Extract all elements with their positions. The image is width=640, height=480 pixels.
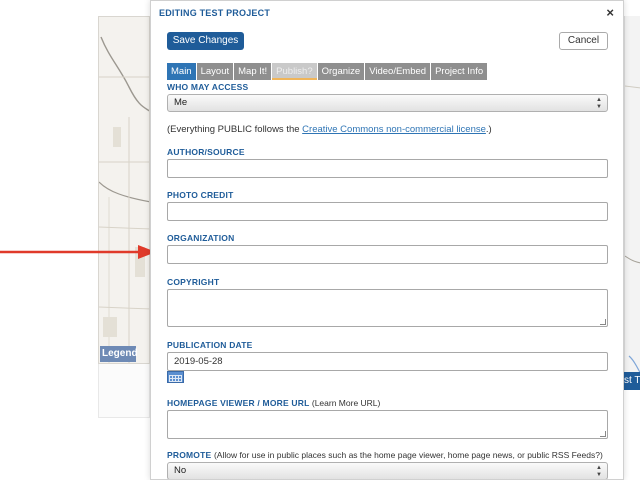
resize-grip-icon[interactable] [600, 319, 606, 325]
creative-commons-link[interactable]: Creative Commons non-commercial license [302, 124, 486, 135]
updown-arrows-icon: ▲ ▼ [596, 465, 602, 478]
background-panel [98, 364, 150, 418]
cancel-button[interactable]: Cancel [559, 32, 608, 50]
map-roads [99, 17, 149, 363]
promote-label: PROMOTE (Allow for use in public places … [167, 450, 603, 460]
license-note-prefix: (Everything PUBLIC follows the [167, 124, 303, 135]
access-label: WHO MAY ACCESS [167, 82, 249, 92]
resize-grip-icon[interactable] [600, 431, 606, 437]
screen: Legend st T EDITING TEST PROJECT × Save … [0, 0, 640, 480]
tab-map-it[interactable]: Map It! [234, 63, 272, 80]
calendar-icon[interactable] [167, 371, 184, 383]
tab-project-info[interactable]: Project Info [431, 63, 488, 80]
background-map [98, 16, 150, 364]
legend-button[interactable]: Legend [100, 346, 138, 362]
homepage-url-textarea[interactable] [167, 410, 608, 439]
modal-title: EDITING TEST PROJECT [159, 8, 271, 18]
red-arrow-icon [0, 245, 156, 259]
publication-date-label: PUBLICATION DATE [167, 340, 253, 350]
tab-organize[interactable]: Organize [317, 63, 365, 80]
access-select[interactable]: Me ▲ ▼ [167, 94, 608, 112]
promote-select[interactable]: No ▲ ▼ [167, 462, 608, 479]
publication-date-input[interactable]: 2019-05-28 [167, 352, 608, 371]
tab-video-embed[interactable]: Video/Embed [365, 63, 431, 80]
tab-main[interactable]: Main [167, 63, 196, 80]
tab-layout[interactable]: Layout [196, 63, 234, 80]
license-note: (Everything PUBLIC follows the Creative … [167, 124, 492, 135]
promote-note: (Allow for use in public places such as … [213, 450, 603, 460]
homepage-url-label: HOMEPAGE VIEWER / MORE URL (Learn More U… [167, 398, 380, 408]
copyright-textarea[interactable] [167, 289, 608, 327]
author-label: AUTHOR/SOURCE [167, 147, 245, 157]
updown-arrows-icon: ▲ ▼ [596, 97, 602, 110]
author-input[interactable] [167, 159, 608, 178]
homepage-url-label-text: HOMEPAGE VIEWER / MORE URL [167, 398, 310, 408]
copyright-label: COPYRIGHT [167, 277, 220, 287]
access-select-value: Me [174, 97, 188, 108]
license-note-suffix: .) [485, 124, 492, 135]
tab-publish[interactable]: Publish? [272, 63, 317, 80]
organization-label: ORGANIZATION [167, 233, 235, 243]
promote-select-value: No [174, 465, 187, 476]
right-panel-tab[interactable]: st T [622, 372, 640, 390]
edit-project-modal: EDITING TEST PROJECT × Save Changes Canc… [150, 0, 624, 480]
map-right-roads [624, 85, 640, 374]
photo-credit-label: PHOTO CREDIT [167, 190, 234, 200]
save-changes-button[interactable]: Save Changes [167, 32, 244, 50]
photo-credit-input[interactable] [167, 202, 608, 221]
promote-label-text: PROMOTE [167, 450, 212, 460]
tab-bar: Main Layout Map It! Publish? Organize Vi… [167, 63, 488, 80]
organization-input[interactable] [167, 245, 608, 264]
homepage-url-note: (Learn More URL) [311, 398, 381, 408]
background-map-right [624, 16, 640, 386]
close-icon[interactable]: × [606, 5, 614, 20]
